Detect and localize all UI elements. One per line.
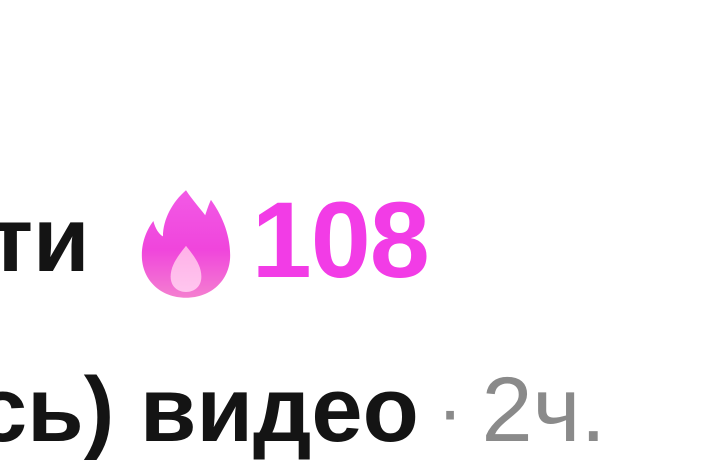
subtitle-row: сь) видео · 2ч. <box>0 350 606 470</box>
streak-count: 108 <box>251 179 430 300</box>
separator-dot: · <box>436 365 464 454</box>
username-fragment[interactable]: ти <box>0 194 90 286</box>
fire-icon <box>138 186 234 302</box>
message-preview[interactable]: сь) видео <box>0 364 419 456</box>
timestamp: 2ч. <box>481 359 607 461</box>
header-row: ти 108 <box>0 175 430 305</box>
